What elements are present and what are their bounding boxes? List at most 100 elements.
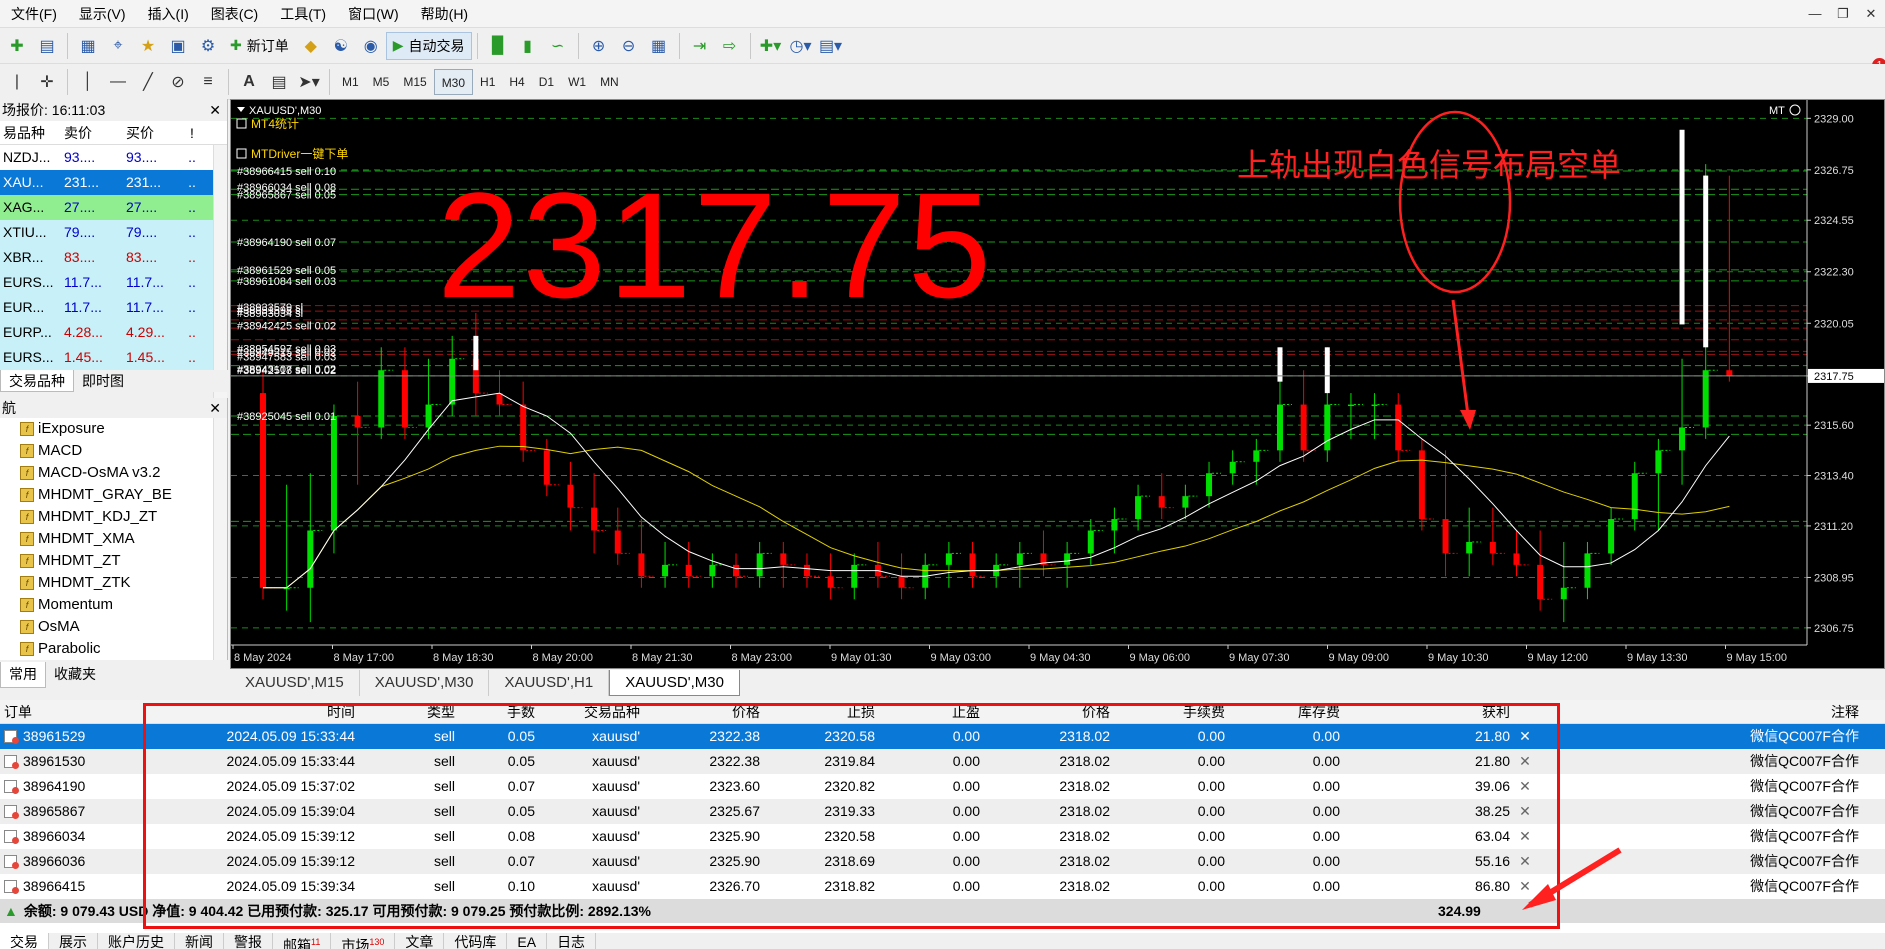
terminal-tab[interactable]: 展示 bbox=[49, 933, 98, 949]
col-comment[interactable]: 注释 bbox=[1540, 700, 1865, 723]
bear-candle[interactable] bbox=[780, 553, 787, 565]
tf-w1[interactable]: W1 bbox=[561, 69, 593, 95]
expand-icon[interactable] bbox=[236, 118, 247, 129]
bull-candle[interactable] bbox=[1229, 461, 1236, 474]
text-icon[interactable]: A bbox=[235, 68, 263, 96]
tab-favorites[interactable]: 收藏夹 bbox=[46, 662, 104, 688]
bar-chart-icon[interactable]: █ bbox=[484, 32, 512, 60]
equidistant-channel-icon[interactable]: ⊘ bbox=[164, 68, 192, 96]
col-excl[interactable]: ! bbox=[182, 121, 202, 144]
col-profit[interactable]: 获利 bbox=[1340, 700, 1510, 723]
col-bid[interactable]: 卖价 bbox=[58, 121, 120, 144]
market-watch-icon[interactable]: ▦ bbox=[74, 32, 102, 60]
bull-candle[interactable] bbox=[1655, 450, 1662, 474]
tf-m30[interactable]: M30 bbox=[433, 68, 474, 95]
close-order-icon[interactable]: ✕ bbox=[1510, 749, 1540, 774]
terminal-tab[interactable]: 交易 bbox=[0, 933, 49, 949]
close-order-icon[interactable]: ✕ bbox=[1510, 824, 1540, 849]
chart-tab-m30-active[interactable]: XAUUSD',M30 bbox=[609, 670, 740, 696]
market-watch-row[interactable]: NZDJ... 93.... 93...... bbox=[0, 145, 227, 170]
navigator-item[interactable]: f MHDMT_KDJ_ZT bbox=[0, 506, 227, 528]
market-icon[interactable]: ◉ bbox=[357, 32, 385, 60]
metaeditor-icon[interactable]: ◆ bbox=[297, 32, 325, 60]
tf-d1[interactable]: D1 bbox=[532, 69, 561, 95]
bull-candle[interactable] bbox=[378, 370, 385, 428]
bull-candle[interactable] bbox=[1111, 519, 1118, 531]
col-ask[interactable]: 买价 bbox=[120, 121, 182, 144]
bear-candle[interactable] bbox=[803, 564, 810, 577]
order-row[interactable]: 38961530 2024.05.09 15:33:44 sell 0.05 xauus… bbox=[0, 749, 1885, 774]
col-commission[interactable]: 手续费 bbox=[1110, 700, 1225, 723]
menu-tools[interactable]: 工具(T) bbox=[269, 0, 337, 28]
bear-candle[interactable] bbox=[827, 576, 834, 588]
market-watch-row[interactable]: XBR... 83.... 83...... bbox=[0, 245, 227, 270]
col-order[interactable]: 订单 bbox=[0, 700, 115, 723]
navigator-item[interactable]: f MACD bbox=[0, 440, 227, 462]
bear-candle[interactable] bbox=[401, 370, 408, 428]
navigator-item[interactable]: f OsMA bbox=[0, 616, 227, 638]
col-take-profit[interactable]: 止盈 bbox=[875, 700, 980, 723]
indicators-icon[interactable]: ✚▾ bbox=[757, 32, 785, 60]
terminal-tab[interactable]: 日志 bbox=[547, 933, 597, 949]
col-open-price[interactable]: 价格 bbox=[640, 700, 760, 723]
bull-candle[interactable] bbox=[1087, 530, 1094, 554]
col-stop-loss[interactable]: 止损 bbox=[760, 700, 875, 723]
bear-candle[interactable] bbox=[1489, 541, 1496, 554]
bull-candle[interactable] bbox=[330, 416, 337, 531]
bull-candle[interactable] bbox=[1466, 541, 1473, 554]
bull-candle[interactable] bbox=[1206, 473, 1213, 497]
crosshair-icon[interactable]: ✛ bbox=[33, 68, 61, 96]
close-order-icon[interactable]: ✕ bbox=[1510, 799, 1540, 824]
market-watch-row[interactable]: XTIU... 79.... 79...... bbox=[0, 220, 227, 245]
navigator-item[interactable]: f MHDMT_ZTK bbox=[0, 572, 227, 594]
expand-icon[interactable] bbox=[236, 148, 247, 159]
navigator-item[interactable]: f MHDMT_ZT bbox=[0, 550, 227, 572]
navigator-item[interactable]: f MACD-OsMA v3.2 bbox=[0, 462, 227, 484]
market-watch-row[interactable]: XAU... 231... 231..... bbox=[0, 170, 227, 195]
templates-icon[interactable]: ▤▾ bbox=[817, 32, 845, 60]
order-row[interactable]: 38966415 2024.05.09 15:39:34 sell 0.10 xauus… bbox=[0, 874, 1885, 899]
tf-m5[interactable]: M5 bbox=[366, 69, 397, 95]
close-order-icon[interactable]: ✕ bbox=[1510, 849, 1540, 874]
market-watch-row[interactable]: EUR... 11.7... 11.7..... bbox=[0, 295, 227, 320]
bear-candle[interactable] bbox=[1395, 404, 1402, 451]
cursor-icon[interactable]: | bbox=[3, 68, 31, 96]
tab-symbols[interactable]: 交易品种 bbox=[0, 370, 74, 392]
bull-candle[interactable] bbox=[1560, 587, 1567, 600]
order-row[interactable]: 38961529 2024.05.09 15:33:44 sell 0.05 xauus… bbox=[0, 724, 1885, 749]
market-watch-row[interactable]: EURP... 4.28... 4.29..... bbox=[0, 320, 227, 345]
chart-tab-m30[interactable]: XAUUSD',M30 bbox=[360, 670, 490, 696]
bear-candle[interactable] bbox=[520, 404, 527, 451]
vertical-line-icon[interactable]: │ bbox=[74, 68, 102, 96]
bull-candle[interactable] bbox=[1679, 427, 1686, 451]
bear-candle[interactable] bbox=[898, 576, 905, 588]
close-order-icon[interactable]: ✕ bbox=[1510, 724, 1540, 749]
market-watch-row[interactable]: XAG... 27.... 27...... bbox=[0, 195, 227, 220]
navigator-item[interactable]: f MHDMT_XMA bbox=[0, 528, 227, 550]
order-row[interactable]: 38965867 2024.05.09 15:39:04 sell 0.05 xauus… bbox=[0, 799, 1885, 824]
minimize-icon[interactable]: — bbox=[1801, 0, 1829, 28]
terminal-tab[interactable]: EA bbox=[507, 933, 548, 949]
line-chart-icon[interactable]: ∽ bbox=[544, 32, 572, 60]
bull-candle[interactable] bbox=[945, 553, 952, 565]
navigator-icon[interactable]: ★ bbox=[134, 32, 162, 60]
terminal-tab[interactable]: 邮箱11 bbox=[273, 933, 332, 949]
bull-candle[interactable] bbox=[1064, 553, 1071, 565]
tf-mn[interactable]: MN bbox=[593, 69, 626, 95]
data-window-icon[interactable]: ⌖ bbox=[104, 32, 132, 60]
chart-tab-m15[interactable]: XAUUSD',M15 bbox=[230, 670, 360, 696]
col-type[interactable]: 类型 bbox=[355, 700, 455, 723]
navigator-item[interactable]: f MHDMT_GRAY_BE bbox=[0, 484, 227, 506]
tf-m15[interactable]: M15 bbox=[396, 69, 433, 95]
bear-candle[interactable] bbox=[1537, 564, 1544, 600]
bull-candle[interactable] bbox=[709, 564, 716, 577]
menu-window[interactable]: 窗口(W) bbox=[337, 0, 410, 28]
restore-icon[interactable]: ❐ bbox=[1829, 0, 1857, 28]
zoom-in-icon[interactable]: ⊕ bbox=[585, 32, 613, 60]
bear-candle[interactable] bbox=[354, 416, 361, 428]
market-watch-row[interactable]: EURS... 1.45... 1.45..... bbox=[0, 345, 227, 370]
arrows-icon[interactable]: ➤▾ bbox=[295, 68, 323, 96]
close-order-icon[interactable]: ✕ bbox=[1510, 874, 1540, 899]
bull-candle[interactable] bbox=[1608, 519, 1615, 554]
tab-tick-chart[interactable]: 即时图 bbox=[74, 370, 132, 392]
